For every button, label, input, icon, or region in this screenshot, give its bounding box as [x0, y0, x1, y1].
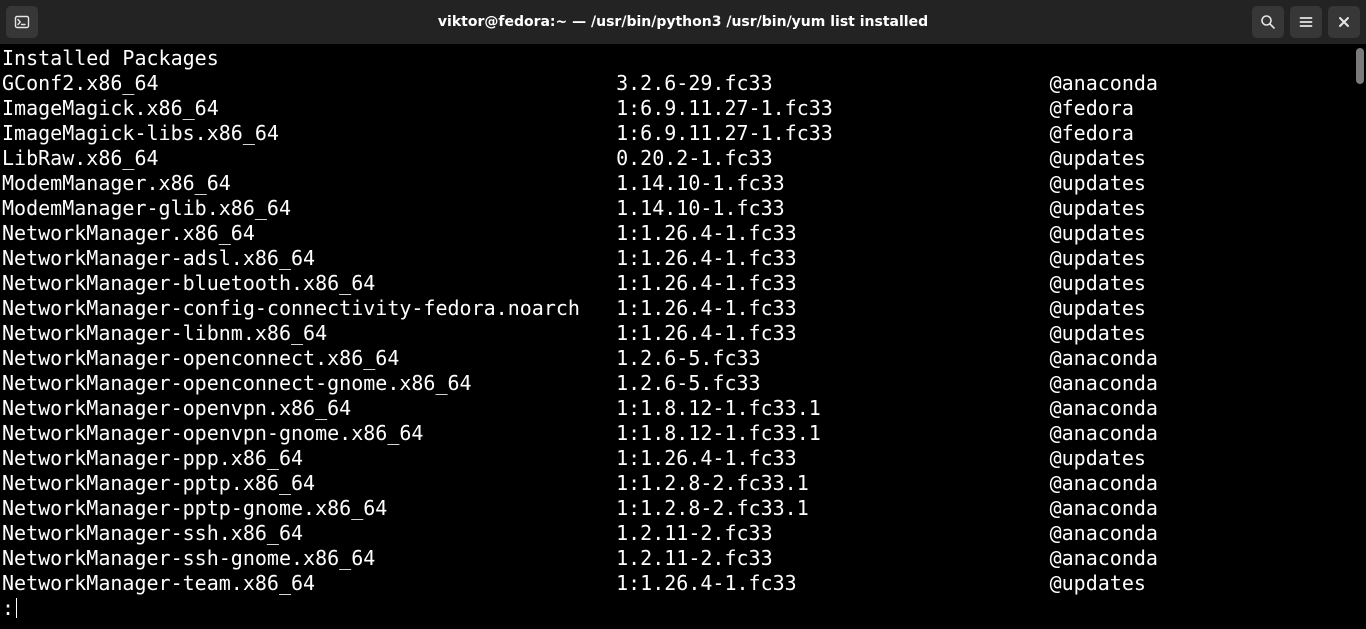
new-tab-button[interactable]	[6, 6, 38, 38]
package-row: NetworkManager-adsl.x86_64 1:1.26.4-1.fc…	[2, 246, 1354, 271]
terminal-output: Installed PackagesGConf2.x86_64 3.2.6-29…	[2, 46, 1354, 629]
package-row: NetworkManager-ssh-gnome.x86_64 1.2.11-2…	[2, 546, 1354, 571]
package-row: NetworkManager-openvpn-gnome.x86_64 1:1.…	[2, 421, 1354, 446]
package-row: NetworkManager-pptp.x86_64 1:1.2.8-2.fc3…	[2, 471, 1354, 496]
package-row: GConf2.x86_64 3.2.6-29.fc33 @anaconda	[2, 71, 1354, 96]
scrollbar-thumb[interactable]	[1356, 48, 1364, 84]
search-button[interactable]	[1252, 6, 1284, 38]
package-row: ModemManager-glib.x86_64 1.14.10-1.fc33 …	[2, 196, 1354, 221]
terminal-area[interactable]: Installed PackagesGConf2.x86_64 3.2.6-29…	[0, 44, 1366, 629]
package-row: ImageMagick.x86_64 1:6.9.11.27-1.fc33 @f…	[2, 96, 1354, 121]
package-row: NetworkManager-bluetooth.x86_64 1:1.26.4…	[2, 271, 1354, 296]
terminal-tab-icon	[14, 14, 30, 30]
package-row: NetworkManager-config-connectivity-fedor…	[2, 296, 1354, 321]
package-row: NetworkManager-libnm.x86_64 1:1.26.4-1.f…	[2, 321, 1354, 346]
package-row: NetworkManager-team.x86_64 1:1.26.4-1.fc…	[2, 571, 1354, 596]
text-cursor	[16, 598, 17, 618]
search-icon	[1260, 14, 1276, 30]
package-row: LibRaw.x86_64 0.20.2-1.fc33 @updates	[2, 146, 1354, 171]
package-row: NetworkManager-openconnect.x86_64 1.2.6-…	[2, 346, 1354, 371]
menu-button[interactable]	[1290, 6, 1322, 38]
package-row: ImageMagick-libs.x86_64 1:6.9.11.27-1.fc…	[2, 121, 1354, 146]
close-button[interactable]	[1328, 6, 1360, 38]
title-bar: viktor@fedora:~ — /usr/bin/python3 /usr/…	[0, 0, 1366, 44]
close-icon	[1337, 15, 1351, 29]
package-row: NetworkManager-pptp-gnome.x86_64 1:1.2.8…	[2, 496, 1354, 521]
package-row: ModemManager.x86_64 1.14.10-1.fc33 @upda…	[2, 171, 1354, 196]
pager-prompt[interactable]: :	[2, 596, 1354, 621]
package-row: NetworkManager-openvpn.x86_64 1:1.8.12-1…	[2, 396, 1354, 421]
package-row: NetworkManager-openconnect-gnome.x86_64 …	[2, 371, 1354, 396]
package-row: NetworkManager.x86_64 1:1.26.4-1.fc33 @u…	[2, 221, 1354, 246]
package-row: NetworkManager-ssh.x86_64 1.2.11-2.fc33 …	[2, 521, 1354, 546]
hamburger-icon	[1298, 14, 1314, 30]
terminal-window: viktor@fedora:~ — /usr/bin/python3 /usr/…	[0, 0, 1366, 629]
window-title: viktor@fedora:~ — /usr/bin/python3 /usr/…	[0, 14, 1366, 30]
package-row: NetworkManager-ppp.x86_64 1:1.26.4-1.fc3…	[2, 446, 1354, 471]
output-header: Installed Packages	[2, 46, 1354, 71]
